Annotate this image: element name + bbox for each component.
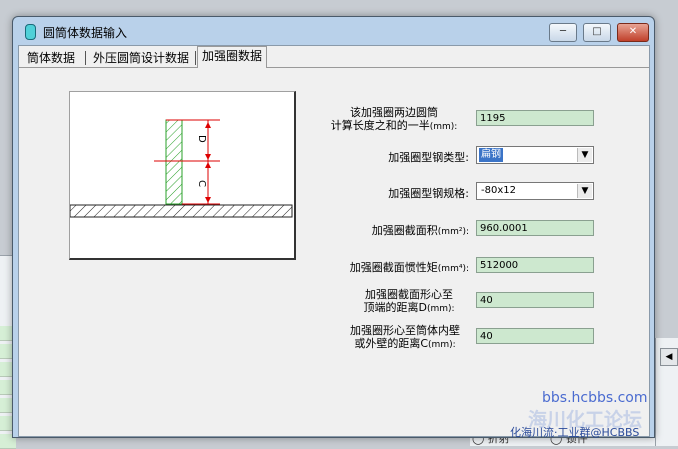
shell-wall — [69, 204, 293, 218]
maximize-button[interactable]: □ — [583, 23, 611, 42]
app-icon — [25, 24, 36, 40]
tab-divider-line — [19, 67, 649, 68]
label-c: C — [196, 180, 207, 187]
chevron-down-icon[interactable]: ▼ — [577, 184, 592, 198]
half-length-field[interactable]: 1195 — [476, 110, 594, 126]
minimize-button[interactable]: ─ — [549, 23, 577, 42]
label-dist-d-line1: 加强圈截面形心至 — [365, 288, 453, 301]
dist-d-field[interactable]: 40 — [476, 292, 594, 308]
label-dist-d: 加强圈截面形心至 顶端的距离D(mm): — [349, 288, 469, 316]
steel-type-select[interactable]: 扁钢 ▼ — [476, 146, 594, 164]
area-field[interactable]: 960.0001 — [476, 220, 594, 236]
label-steel-type: 加强圈型钢类型: — [388, 151, 469, 164]
dialog-window: 圆筒体数据输入 ─ □ ✕ 筒体数据 外压圆筒设计数据 加强圈数据 D C 该加… — [12, 16, 655, 438]
tab-separator — [195, 51, 196, 65]
steel-spec-value: -80x12 — [481, 185, 516, 196]
unit-mm2: (mm²): — [437, 227, 469, 237]
title-bar[interactable]: 圆筒体数据输入 ─ □ ✕ — [13, 17, 654, 45]
scroll-button[interactable]: ◀ — [660, 348, 678, 366]
tab-external-pressure[interactable]: 外压圆筒设计数据 — [89, 49, 193, 67]
stiffener-diagram: D C — [69, 91, 296, 260]
steel-type-value: 扁钢 — [479, 148, 503, 162]
unit-mm4: (mm⁴): — [437, 264, 469, 274]
unit-mm: (mm): — [429, 122, 458, 132]
close-button[interactable]: ✕ — [617, 23, 649, 42]
chevron-down-icon[interactable]: ▼ — [577, 148, 592, 162]
tab-cylinder-data[interactable]: 筒体数据 — [23, 49, 79, 67]
label-d: D — [196, 135, 207, 143]
diagram-svg: D C — [69, 119, 293, 218]
watermark-caption: 化海川流·工业群@HCBBS — [510, 426, 640, 439]
label-area-text: 加强圈截面积 — [371, 224, 438, 237]
ring-section — [165, 119, 183, 205]
inertia-field[interactable]: 512000 — [476, 257, 594, 273]
tab-separator — [85, 51, 86, 65]
dist-c-field[interactable]: 40 — [476, 328, 594, 344]
tab-stiffener-ring[interactable]: 加强圈数据 — [197, 46, 268, 68]
label-inertia-text: 加强圈截面惯性矩 — [349, 261, 438, 274]
watermark-url: bbs.hcbbs.com — [542, 390, 648, 406]
label-half-length: 该加强圈两边圆筒 计算长度之和的一半(mm): — [319, 106, 469, 134]
label-dist-d-line2: 顶端的距离D — [363, 301, 427, 314]
dialog-client: 筒体数据 外压圆筒设计数据 加强圈数据 D C 该加强圈两边圆筒 计算长度之和的… — [18, 45, 650, 437]
label-inertia: 加强圈截面惯性矩(mm⁴): — [319, 261, 469, 276]
label-dist-c-line2: 或外壁的距离C — [354, 337, 429, 350]
label-area: 加强圈截面积(mm²): — [319, 224, 469, 239]
label-half-length-line1: 该加强圈两边圆筒 — [350, 106, 438, 119]
window-title: 圆筒体数据输入 — [43, 26, 128, 40]
unit-mm: (mm): — [426, 304, 455, 314]
unit-mm: (mm): — [428, 340, 456, 350]
tab-bar: 筒体数据 外压圆筒设计数据 加强圈数据 — [19, 46, 649, 68]
label-dist-c: 加强圈形心至筒体内壁 或外壁的距离C(mm): — [341, 324, 469, 352]
label-dist-c-line1: 加强圈形心至筒体内壁 — [350, 324, 460, 337]
label-half-length-line2: 计算长度之和的一半 — [330, 119, 430, 132]
label-steel-spec: 加强圈型钢规格: — [388, 187, 469, 200]
steel-spec-select[interactable]: -80x12 ▼ — [476, 182, 594, 200]
